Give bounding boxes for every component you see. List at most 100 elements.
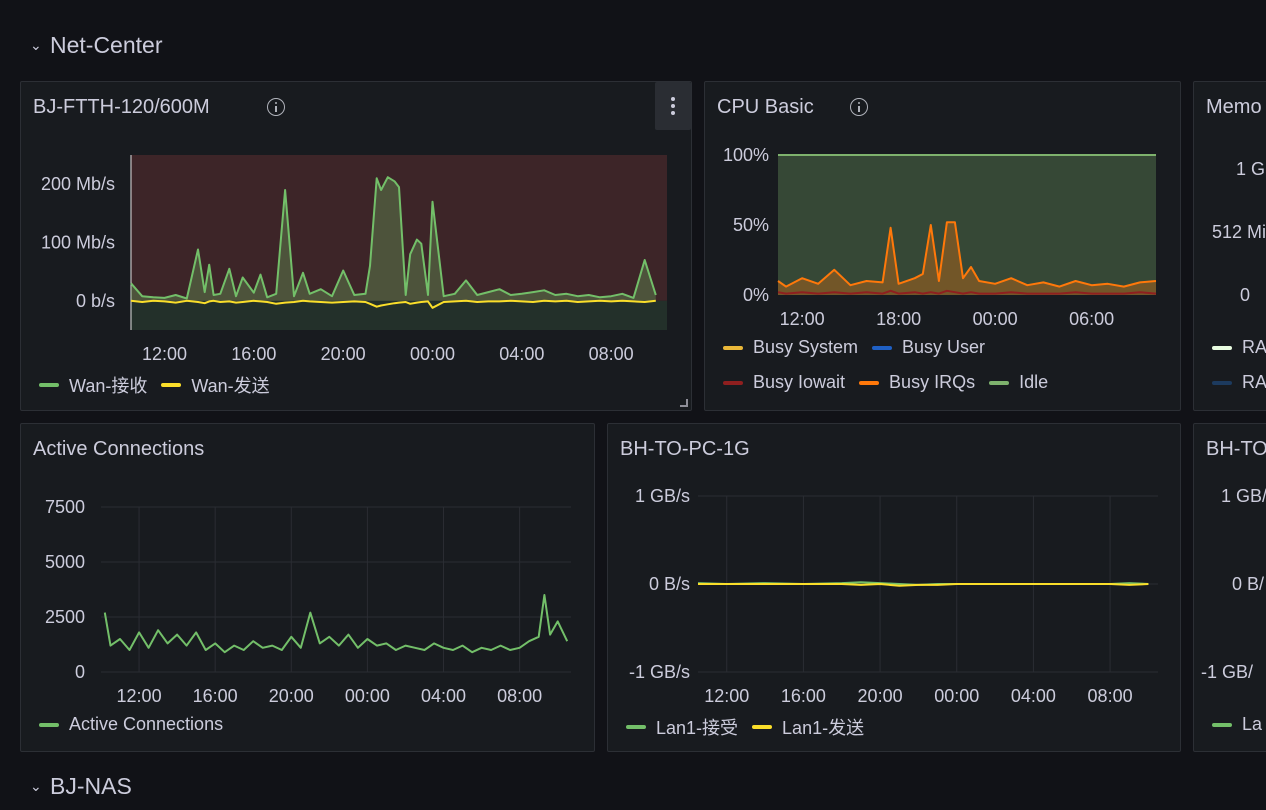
row-title: BJ-NAS [50,773,132,799]
y-tick-label: 50% [733,215,769,235]
x-tick-label: 08:00 [497,686,542,706]
chart-active-connections[interactable]: 7500 5000 2500 0 12:00 16:00 20:00 00:00 04:00 08… [21,424,595,752]
legend: La [1212,714,1262,735]
y-tick-label: 100 Mb/s [41,233,115,253]
y-tick-label: 512 Mi [1212,222,1266,242]
legend-label: RA [1242,372,1266,392]
chevron-down-icon: ⌄ [30,37,42,53]
legend-item[interactable]: Busy Iowait [723,372,845,393]
panel-bh-to-2: BH-TO 1 GB/ 0 B/ -1 GB/ La [1193,423,1266,752]
x-tick-label: 20:00 [321,344,366,364]
x-tick-label: 16:00 [193,686,238,706]
chevron-down-icon: ⌄ [30,778,42,794]
legend-label: Lan1-接受 [656,718,739,738]
x-tick-label: 06:00 [1069,309,1114,329]
legend-item[interactable]: Lan1-接受 [626,714,738,740]
resize-handle[interactable] [680,399,688,407]
y-tick-label: 5000 [45,552,85,572]
legend-item[interactable]: Busy System [723,337,858,358]
y-tick-label: 0 B/ [1232,574,1265,594]
y-tick-label: 0 [1240,285,1251,305]
chart-ftth[interactable]: 200 Mb/s 100 Mb/s 0 b/s 12:00 16:00 20:00 00:0… [21,82,692,411]
y-tick-label: 1 Gi [1236,159,1266,179]
legend-item[interactable]: Active Connections [39,714,223,735]
legend: Active Connections [39,714,223,735]
chart-cpu[interactable]: 100% 50% 0% 12:00 18:00 00:00 06:00 [705,82,1181,411]
legend-label: Busy System [753,337,859,357]
x-tick-label: 12:00 [704,686,749,706]
x-tick-label: 12:00 [117,686,162,706]
legend-swatch [39,383,59,387]
legend: Busy System Busy User [723,337,985,358]
legend-swatch [1212,380,1232,385]
x-tick-label: 04:00 [1011,686,1056,706]
y-tick-label: 0% [743,285,769,305]
legend-item[interactable]: La [1212,714,1262,735]
legend: Busy Iowait Busy IRQs Idle [723,372,1048,393]
y-tick-label: 2500 [45,607,85,627]
panel-active-connections: Active Connections 7500 5000 2500 0 12:00 16:… [20,423,595,752]
x-tick-label: 00:00 [973,309,1018,329]
legend-swatch [989,380,1010,385]
legend-item[interactable]: Busy User [872,337,985,358]
y-tick-label: -1 GB/ [1201,662,1254,682]
row-header-bj-nas[interactable]: ⌄ BJ-NAS [30,773,132,800]
x-tick-label: 18:00 [876,309,921,329]
legend-item[interactable]: Idle [989,372,1048,393]
x-tick-label: 00:00 [934,686,979,706]
chart-bh-to-pc[interactable]: 1 GB/s 0 B/s -1 GB/s 12:00 16:00 20:00 00:00 04… [608,424,1181,752]
y-tick-label: 1 GB/ [1221,486,1266,506]
legend-swatch [1212,722,1232,727]
legend-label: Wan-接收 [69,376,148,396]
legend-label: Lan1-发送 [782,718,865,738]
x-tick-label: 00:00 [410,344,455,364]
legend-swatch [859,380,880,385]
x-tick-label: 20:00 [858,686,903,706]
legend-label: Active Connections [69,714,224,734]
y-tick-label: 1 GB/s [635,486,690,506]
legend-swatch [723,380,743,385]
row-title: Net-Center [50,32,163,58]
legend-item[interactable]: RA [1212,372,1266,393]
x-tick-label: 12:00 [780,309,825,329]
series-line [103,594,569,654]
legend-item[interactable]: Wan-发送 [161,372,270,398]
legend-item[interactable]: Wan-接收 [39,372,147,398]
legend-swatch [39,722,59,727]
legend-item[interactable]: RA [1212,337,1266,358]
legend-swatch [626,725,646,729]
legend-label: Busy Iowait [753,372,846,392]
x-tick-label: 20:00 [269,686,314,706]
legend-swatch [872,345,893,350]
legend-label: Wan-发送 [191,376,270,396]
legend: RA [1212,337,1266,358]
legend-item[interactable]: Lan1-发送 [752,714,864,740]
legend-item[interactable]: Busy IRQs [859,372,975,393]
y-tick-label: 100% [723,145,769,165]
row-header-net-center[interactable]: ⌄ Net-Center [30,32,162,59]
legend-label: Busy IRQs [889,372,976,392]
legend-label: Idle [1019,372,1049,392]
legend: Lan1-接受 Lan1-发送 [626,714,864,740]
x-tick-label: 16:00 [781,686,826,706]
panel-memory: Memo 1 Gi 512 Mi 0 RA RA [1193,81,1266,411]
panel-cpu: CPU Basic 100% 50% 0% 12:00 18:00 00:00 06:00 … [704,81,1181,411]
x-tick-label: 00:00 [345,686,390,706]
series-line [698,583,1149,587]
y-tick-label: 0 B/s [649,574,690,594]
legend-label: La [1242,714,1263,734]
x-tick-label: 04:00 [499,344,544,364]
panel-title: BH-TO [1206,438,1266,460]
legend-label: RA [1242,337,1266,357]
legend-swatch [161,383,182,387]
x-tick-label: 04:00 [421,686,466,706]
threshold-band [131,300,667,330]
legend: Wan-接收 Wan-发送 [39,372,270,398]
x-tick-label: 08:00 [1088,686,1133,706]
panel-bh-to-pc: BH-TO-PC-1G 1 GB/s 0 B/s -1 GB/s 12:00 16:00… [607,423,1181,752]
x-tick-label: 08:00 [589,344,634,364]
legend: RA [1212,372,1266,393]
y-tick-label: 7500 [45,497,85,517]
panel-ftth: BJ-FTTH-120/600M 200 Mb/s 100 Mb/s 0 b/s 12… [20,81,692,411]
y-tick-label: -1 GB/s [629,662,690,682]
